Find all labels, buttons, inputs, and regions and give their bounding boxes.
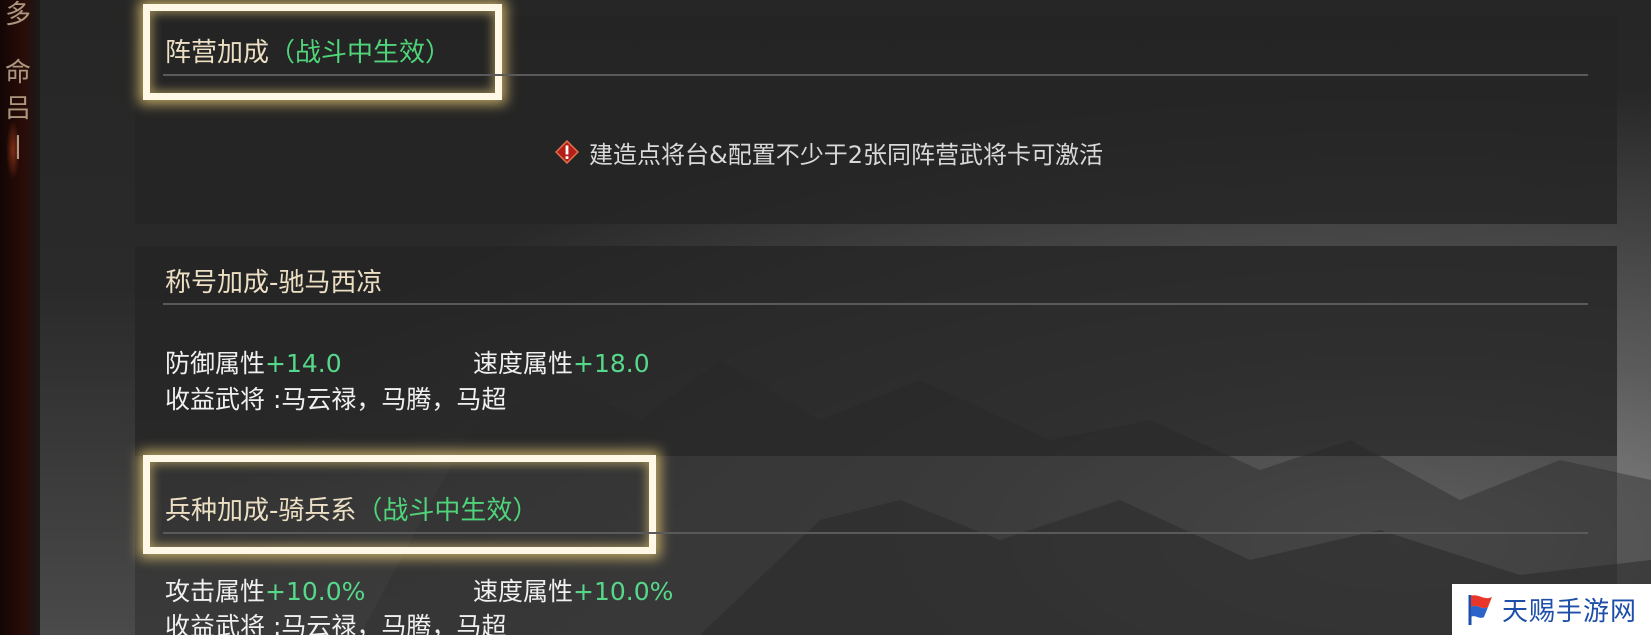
site-watermark: 天赐手游网 xyxy=(1452,584,1651,635)
banner-glyph: 丨 xyxy=(4,134,31,164)
section-divider xyxy=(163,303,1588,305)
highlight-box-faction xyxy=(143,4,502,100)
beneficiary-label: 收益武将 : xyxy=(165,612,282,635)
highlight-box-troop xyxy=(143,455,656,554)
stat-defense: 防御属性+14.0 xyxy=(165,344,342,380)
stat-speed-troop: 速度属性+10.0% xyxy=(473,572,673,608)
banner-glyph: 多 xyxy=(4,0,31,30)
stat-label: 速度属性 xyxy=(473,349,574,378)
stat-speed: 速度属性+18.0 xyxy=(473,344,650,380)
stat-attack: 攻击属性+10.0% xyxy=(165,572,365,608)
banner-glyph: 吕 xyxy=(4,94,31,124)
beneficiary-names: 马云禄，马腾，马超 xyxy=(281,385,507,414)
beneficiary-generals-troop: 收益武将 :马云禄，马腾，马超 xyxy=(165,607,506,635)
stat-label: 速度属性 xyxy=(473,577,574,606)
game-screen: 多 命 吕 丨 阵营加成（战斗中生效） 建造点将台&配置不少于2张同阵营武将卡可… xyxy=(0,0,1651,635)
left-side-banner: 多 命 吕 丨 xyxy=(0,0,40,635)
flag-logo-icon xyxy=(1468,594,1492,625)
stat-label: 防御属性 xyxy=(165,349,266,378)
stat-label: 攻击属性 xyxy=(165,577,266,606)
stat-value: +10.0% xyxy=(573,577,674,606)
beneficiary-label: 收益武将 : xyxy=(165,385,282,414)
beneficiary-generals: 收益武将 :马云禄，马腾，马超 xyxy=(165,380,506,416)
section-divider xyxy=(163,74,1588,76)
banner-glyph: 命 xyxy=(4,58,31,88)
beneficiary-names: 马云禄，马腾，马超 xyxy=(281,612,507,635)
stat-value: +10.0% xyxy=(265,577,366,606)
warning-icon xyxy=(555,140,579,164)
stat-value: +14.0 xyxy=(265,349,342,378)
activation-notice: 建造点将台&配置不少于2张同阵营武将卡可激活 xyxy=(555,135,1103,169)
title-bonus-title: 称号加成-驰马西凉 xyxy=(165,268,383,298)
section-divider xyxy=(163,532,1588,534)
activation-notice-text: 建造点将台&配置不少于2张同阵营武将卡可激活 xyxy=(589,140,1103,169)
watermark-text: 天赐手游网 xyxy=(1502,597,1638,627)
stat-value: +18.0 xyxy=(573,349,650,378)
